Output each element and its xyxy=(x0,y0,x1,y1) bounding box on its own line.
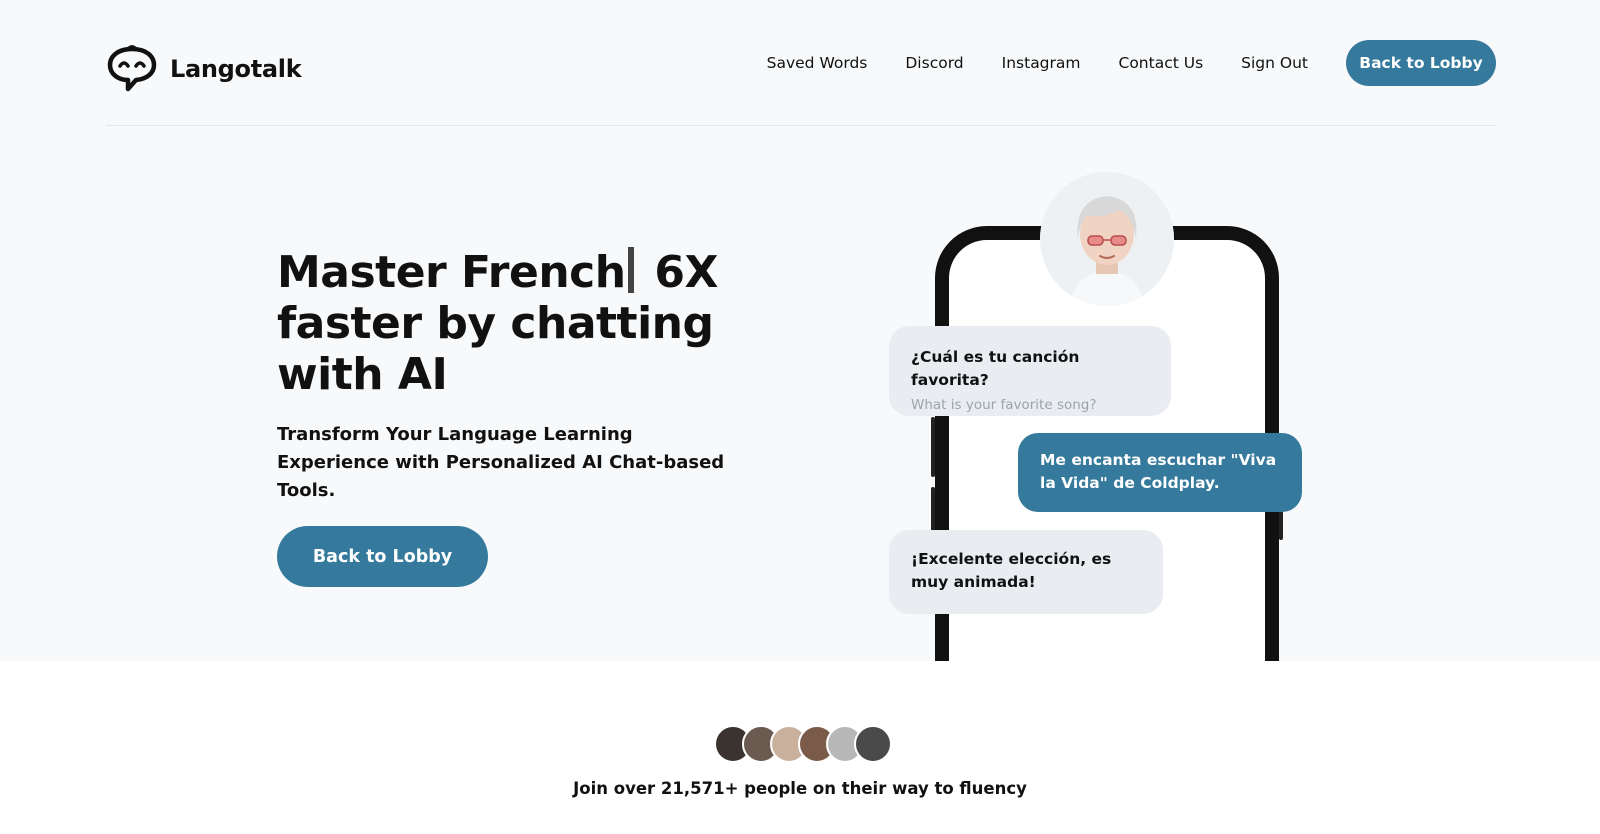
nav-saved-words[interactable]: Saved Words xyxy=(767,54,868,72)
hero-subtitle: Transform Your Language Learning Experie… xyxy=(277,424,725,501)
header-back-to-lobby-button[interactable]: Back to Lobby xyxy=(1346,40,1496,86)
ai-tutor-avatar xyxy=(1040,172,1174,306)
logo[interactable]: Langotalk xyxy=(106,45,302,93)
phone-clip xyxy=(900,661,1320,701)
main-nav: Saved Words Discord Instagram Contact Us… xyxy=(767,40,1496,86)
nav-sign-out[interactable]: Sign Out xyxy=(1241,54,1308,72)
typing-cursor xyxy=(627,247,634,293)
phone-side-button xyxy=(931,417,935,477)
user-avatars xyxy=(714,725,892,763)
hero-title: Master French 6X faster by chatting with… xyxy=(277,247,737,400)
message-text: Me encanta escuchar "Viva la Vida" de Co… xyxy=(1040,451,1277,492)
nav-discord[interactable]: Discord xyxy=(905,54,963,72)
hero-back-to-lobby-button[interactable]: Back to Lobby xyxy=(277,526,488,587)
header-divider xyxy=(106,125,1496,126)
message-text: ¡Excelente elección, es muy animada! xyxy=(911,550,1112,591)
user-avatar xyxy=(854,725,892,763)
chat-message-user: Me encanta escuchar "Viva la Vida" de Co… xyxy=(1018,433,1302,512)
chat-message-ai: ¿Cuál es tu canción favorita? What is yo… xyxy=(889,326,1171,416)
brand-name: Langotalk xyxy=(170,55,302,83)
chat-bubble-logo-icon xyxy=(107,45,157,92)
chat-message-ai: ¡Excelente elección, es muy animada! xyxy=(889,530,1163,614)
site-header: Langotalk Saved Words Discord Instagram … xyxy=(106,40,1496,92)
message-translation: What is your favorite song? xyxy=(911,397,1097,413)
hero-title-language: Master French xyxy=(277,247,626,298)
social-proof-text: Join over 21,571+ people on their way to… xyxy=(573,779,1027,798)
nav-instagram[interactable]: Instagram xyxy=(1002,54,1081,72)
hero-background xyxy=(0,0,1600,661)
nav-contact-us[interactable]: Contact Us xyxy=(1119,54,1204,72)
message-text: ¿Cuál es tu canción favorita? xyxy=(911,348,1080,389)
